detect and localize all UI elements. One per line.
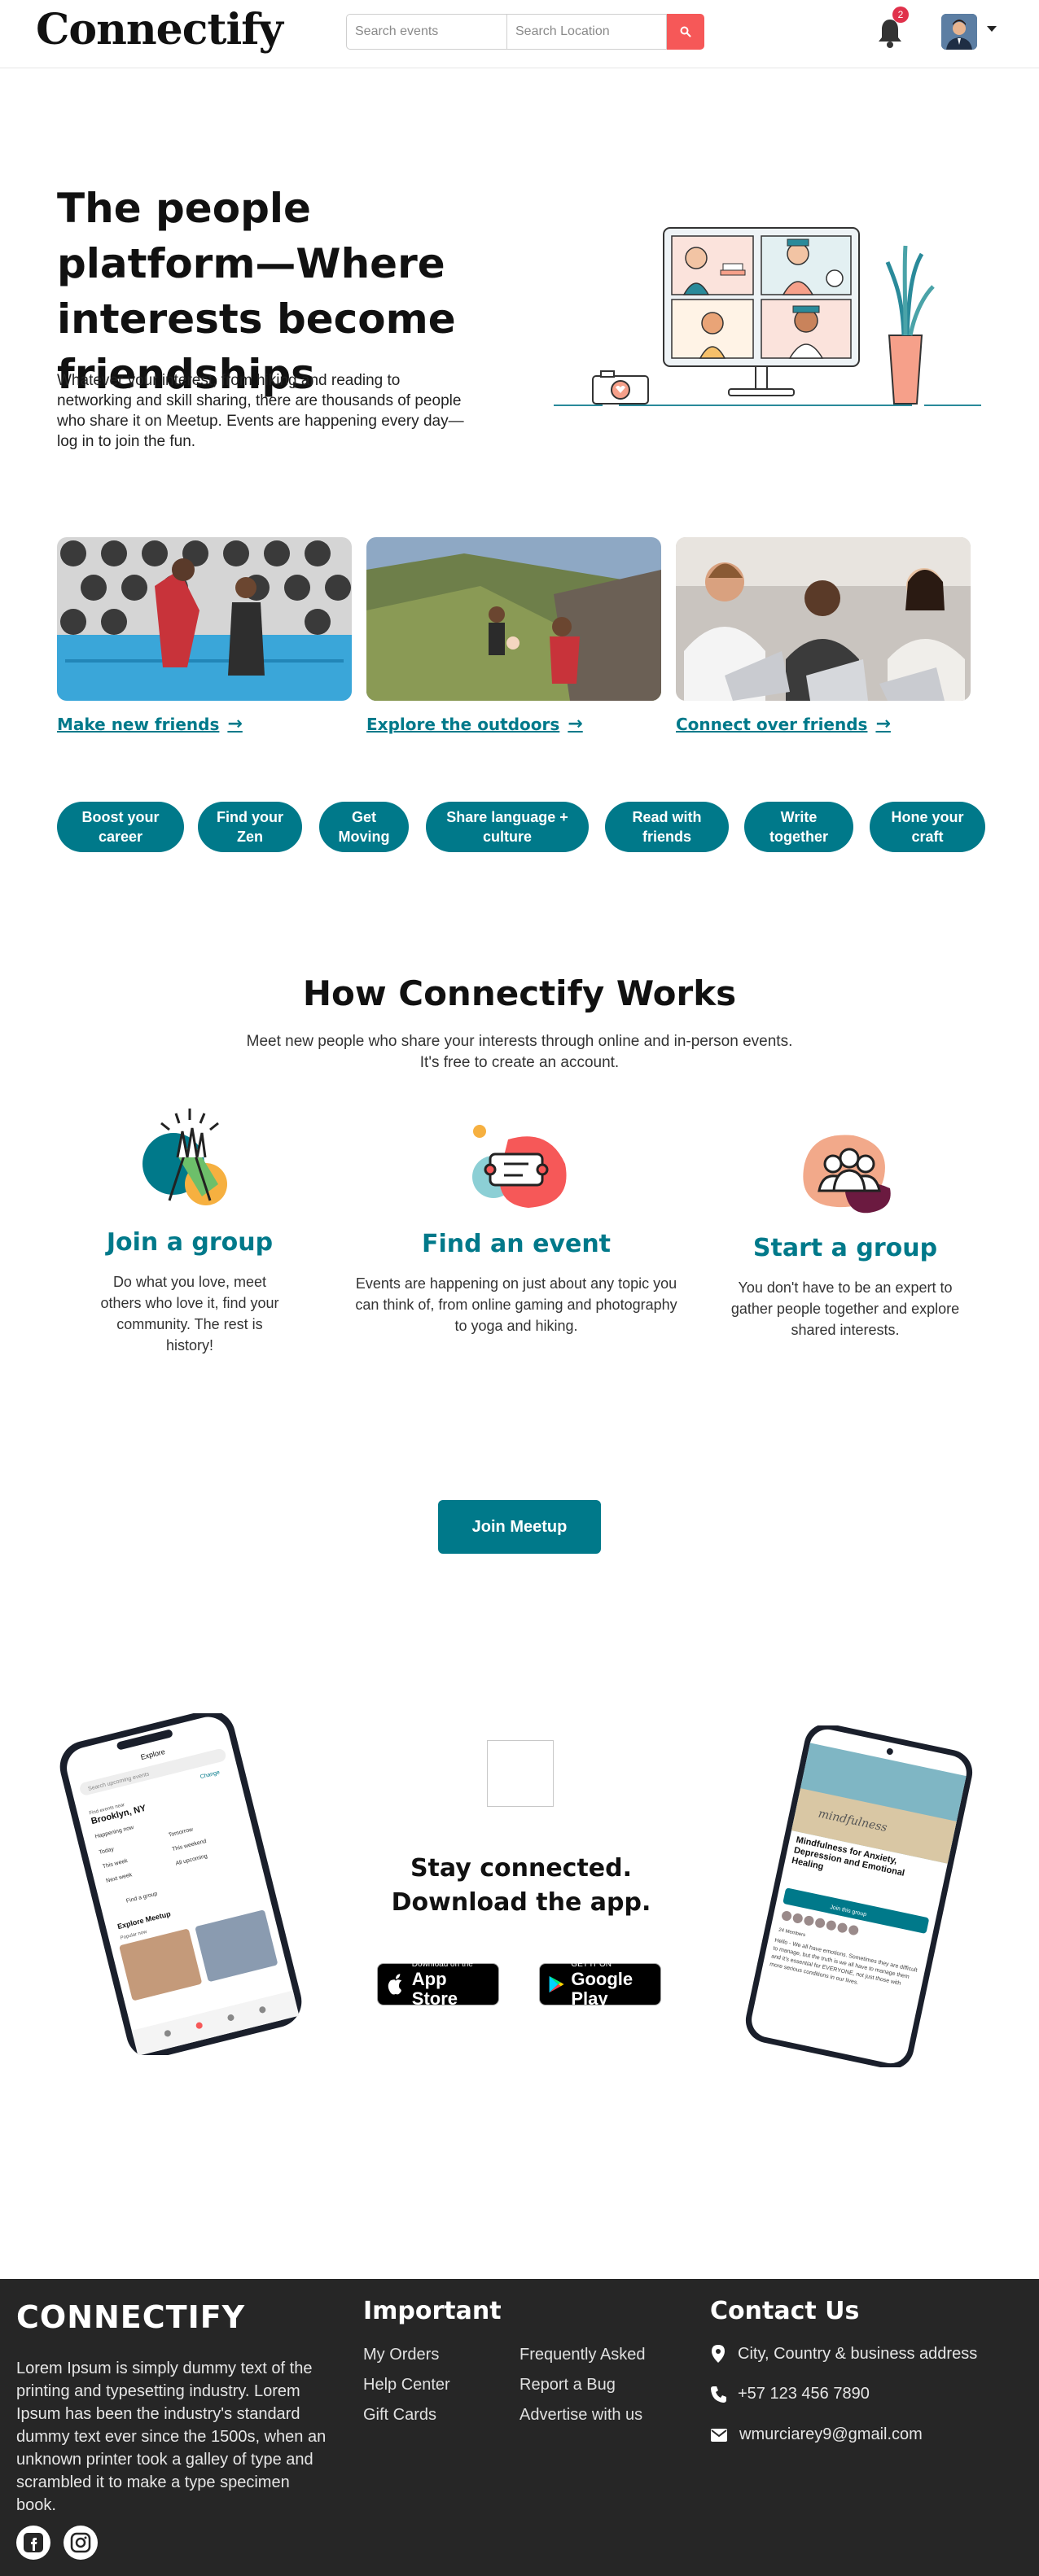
ticket-icon [472,1125,567,1208]
search-bar [346,14,704,50]
footer-link-orders[interactable]: My Orders [363,2346,439,2364]
location-pin-icon [712,2345,725,2363]
chevron-down-icon[interactable] [987,26,997,32]
apple-icon [388,1974,402,1995]
footer-link-report-bug[interactable]: Report a Bug [520,2376,616,2394]
card-make-friends[interactable]: Make new friends → [57,537,352,734]
navbar: Connectify 2 [0,0,1039,68]
avatar-image [941,14,977,50]
card-explore-outdoors[interactable]: Explore the outdoors → [366,537,661,734]
pill-get-moving[interactable]: Get Moving [319,802,409,852]
card-image [676,537,971,701]
footer-important-heading: Important [363,2297,502,2325]
facebook-icon[interactable] [16,2526,50,2560]
pill-find-zen[interactable]: Find your Zen [198,802,302,852]
footer-link-faq[interactable]: Frequently Asked [520,2346,646,2364]
footer-link-gift[interactable]: Gift Cards [363,2406,436,2425]
download-app-line2: Download the app. [391,1888,651,1917]
step-title: Start a group [752,1234,938,1262]
google-play-icon [549,1975,564,1993]
search-button[interactable] [667,14,704,50]
search-icon [680,26,691,37]
mail-icon [711,2428,727,2442]
instagram-icon[interactable] [64,2526,98,2560]
footer-email: wmurciarey9@gmail.com [710,2425,923,2444]
download-app-title: Stay connected. Download the app. [358,1852,684,1920]
hero-title: The people platform—Where interests beco… [57,185,456,398]
step-find-event: Find an event Events are happening on ju… [353,1123,679,1336]
how-subtitle: Meet new people who share your interests… [246,1033,793,1071]
pill-hone-craft[interactable]: Hone your craft [870,802,985,852]
card-connect-friends[interactable]: Connect over friends → [676,537,971,734]
arrow-right-icon: → [227,714,243,734]
footer-contact-heading: Contact Us [710,2297,860,2325]
card-link[interactable]: Explore the outdoors → [366,714,661,734]
avatar[interactable] [941,14,977,50]
footer-brand: CONNECTIFY [16,2299,246,2335]
pill-boost-career[interactable]: Boost your career [57,802,184,852]
footer-phone: +57 123 456 7890 [710,2385,870,2403]
footer-link-advertise[interactable]: Advertise with us [520,2406,642,2425]
footer-address-text: City, Country & business address [738,2344,978,2363]
search-events-input[interactable] [346,14,507,50]
card-link[interactable]: Make new friends → [57,714,352,734]
card-label: Explore the outdoors [366,714,560,734]
topic-pills: Boost your career Find your Zen Get Movi… [57,802,985,852]
footer-email-text: wmurciarey9@gmail.com [739,2425,923,2443]
step-text: Events are happening on just about any t… [355,1275,677,1334]
broken-image [487,1740,554,1807]
step-start-group: Start a group You don't have to be an ex… [723,1127,967,1340]
footer-phone-text: +57 123 456 7890 [738,2385,870,2403]
pill-read-friends[interactable]: Read with friends [605,802,729,852]
how-title: How Connectify Works [302,973,737,1013]
card-link[interactable]: Connect over friends → [676,714,971,734]
step-join-group: Join a group Do what you love, meet othe… [68,1107,312,1356]
step-title: Join a group [106,1228,274,1257]
phone-icon [711,2386,726,2403]
footer-about: Lorem Ipsum is simply dummy text of the … [16,2360,327,2514]
card-image [57,537,352,701]
download-app-line1: Stay connected. [410,1854,633,1883]
hero-description: Whatever your interest, from hiking and … [57,372,464,450]
search-location-input[interactable] [507,14,667,50]
phone-mockup-right: mindfulness Mindfulness for Anxiety, Dep… [745,1725,973,2067]
phone-mockup-left: Explore Search upcoming events Change Fi… [59,1713,302,2055]
card-label: Connect over friends [676,714,868,734]
arrow-right-icon: → [875,714,891,734]
pill-share-language[interactable]: Share language + culture [426,802,589,852]
footer-link-help[interactable]: Help Center [363,2376,450,2394]
google-play-button[interactable]: GET IT ON Google Play [539,1960,661,2009]
step-title: Find an event [421,1230,612,1258]
footer-address: City, Country & business address [710,2344,977,2364]
logo[interactable]: Connectify [36,5,283,55]
notification-badge: 2 [892,7,909,23]
footer: CONNECTIFY Lorem Ipsum is simply dummy t… [0,2279,1039,2576]
group-icon [803,1135,891,1214]
card-image [366,537,661,701]
arrow-right-icon: → [568,714,583,734]
card-label: Make new friends [57,714,220,734]
app-store-big-text: App Store [411,1969,458,2009]
high-five-icon [142,1109,227,1205]
google-play-big-text: Google Play [571,1969,633,2009]
step-text: You don't have to be an expert to gather… [730,1279,960,1338]
hero-illustration [554,227,981,406]
step-text: Do what you love, meet others who love i… [100,1274,279,1354]
pill-write-together[interactable]: Write together [744,802,853,852]
app-store-button[interactable]: Download on the App Store [377,1960,499,2009]
join-meetup-button[interactable]: Join Meetup [438,1500,601,1554]
